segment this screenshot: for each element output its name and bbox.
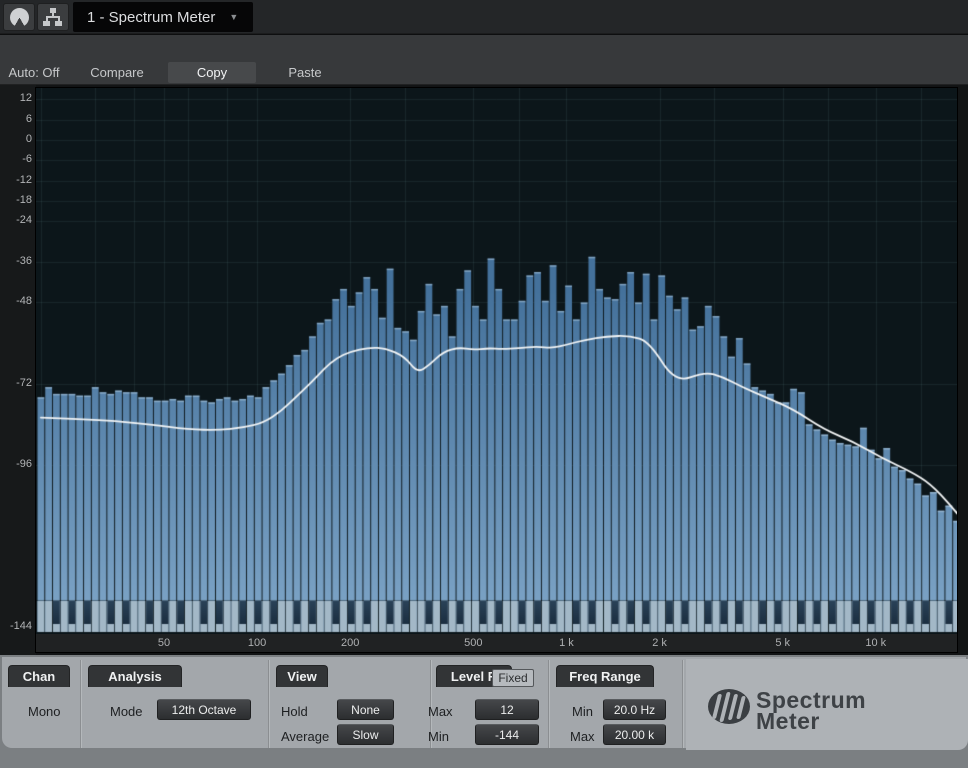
edit-toolbar: Auto: Off Compare Copy Paste ⚙ ▼: [0, 61, 968, 85]
db-axis: 12 6 0 -6 -12 -18 -24 -36 -48 -72 -96 -144: [0, 85, 36, 655]
db-tick-label: 0: [2, 133, 32, 145]
routing-button[interactable]: [37, 3, 69, 31]
average-value-button[interactable]: Slow: [337, 724, 394, 745]
spectrum-meter-window: 1 - Spectrum Meter ▼ ◀ ▶ default* ▼ Side…: [0, 0, 968, 768]
db-tick-label: -48: [2, 295, 32, 307]
plugin-header-bar: 1 - Spectrum Meter ▼: [0, 0, 968, 34]
freq-tick-label: 50: [158, 637, 170, 649]
copy-label: Copy: [197, 65, 227, 80]
section-divider: [548, 660, 549, 748]
db-tick-label: -96: [2, 458, 32, 470]
freq-tick-label: 100: [248, 637, 266, 649]
hold-label: Hold: [281, 704, 308, 719]
product-name: Spectrum Meter: [756, 690, 866, 732]
auto-mode-button[interactable]: Auto: Off: [3, 62, 65, 83]
spectrum-display: 12 6 0 -6 -12 -18 -24 -36 -48 -72 -96 -144 50 100 200…: [0, 85, 968, 655]
mode-label: Mode: [110, 704, 143, 719]
db-tick-label: -72: [2, 377, 32, 389]
freq-tick-label: 10 k: [865, 637, 886, 649]
knob-pie-icon: [10, 8, 29, 27]
spectrum-canvas: [36, 88, 957, 634]
parameter-panel: Chan Analysis View Level R Freq Range Fi…: [0, 655, 968, 768]
level-min-label: Min: [428, 729, 449, 744]
brand-line-2: Meter: [756, 711, 866, 732]
plugin-selector-dropdown[interactable]: 1 - Spectrum Meter ▼: [73, 2, 253, 32]
plugin-title: 1 - Spectrum Meter: [87, 9, 215, 26]
freq-max-value[interactable]: 20.00 k: [603, 724, 666, 745]
level-fixed-button[interactable]: Fixed: [492, 669, 534, 687]
freq-tick-label: 1 k: [559, 637, 574, 649]
analysis-mode-button[interactable]: 12th Octave: [157, 699, 251, 720]
freq-axis: 50 100 200 500 1 k 2 k 5 k 10 k: [35, 634, 958, 653]
db-tick-label: -18: [2, 194, 32, 206]
section-divider: [682, 660, 683, 748]
preset-toolbar: ◀ ▶ default* ▼ Sidechain ➔: [0, 35, 968, 61]
section-divider: [268, 660, 269, 748]
section-divider: [80, 660, 81, 748]
freq-max-label: Max: [570, 729, 595, 744]
presonus-logo-icon: [708, 689, 750, 724]
level-min-value[interactable]: -144: [475, 724, 539, 745]
db-tick-label: 6: [2, 113, 32, 125]
auto-mode-label: Auto: Off: [8, 65, 59, 80]
db-tick-label: -36: [2, 255, 32, 267]
paste-button[interactable]: Paste: [258, 62, 352, 83]
level-max-label: Max: [428, 704, 453, 719]
freq-tick-label: 5 k: [775, 637, 790, 649]
tab-view: View: [276, 665, 328, 687]
compare-label: Compare: [90, 65, 143, 80]
channel-value[interactable]: Mono: [28, 704, 61, 719]
routing-icon: [43, 8, 63, 26]
panel-background: Chan Analysis View Level R Freq Range Fi…: [2, 657, 966, 748]
paste-label: Paste: [288, 65, 321, 80]
db-tick-label: -144: [2, 620, 32, 632]
instrument-button[interactable]: [3, 3, 35, 31]
hold-value-button[interactable]: None: [337, 699, 394, 720]
db-tick-label: -24: [2, 214, 32, 226]
fixed-label: Fixed: [498, 671, 527, 685]
db-tick-label: -6: [2, 153, 32, 165]
tab-analysis: Analysis: [88, 665, 182, 687]
tab-chan: Chan: [8, 665, 70, 687]
freq-tick-label: 500: [464, 637, 482, 649]
db-tick-label: -12: [2, 174, 32, 186]
average-label: Average: [281, 729, 329, 744]
freq-min-label: Min: [572, 704, 593, 719]
plot-area[interactable]: [35, 87, 958, 635]
level-max-value[interactable]: 12: [475, 699, 539, 720]
chevron-down-icon: ▼: [229, 12, 238, 22]
tab-freq-range: Freq Range: [556, 665, 654, 687]
compare-button[interactable]: Compare: [68, 62, 166, 83]
copy-button[interactable]: Copy: [168, 62, 256, 83]
freq-tick-label: 200: [341, 637, 359, 649]
freq-min-value[interactable]: 20.0 Hz: [603, 699, 666, 720]
db-tick-label: 12: [2, 92, 32, 104]
freq-tick-label: 2 k: [652, 637, 667, 649]
